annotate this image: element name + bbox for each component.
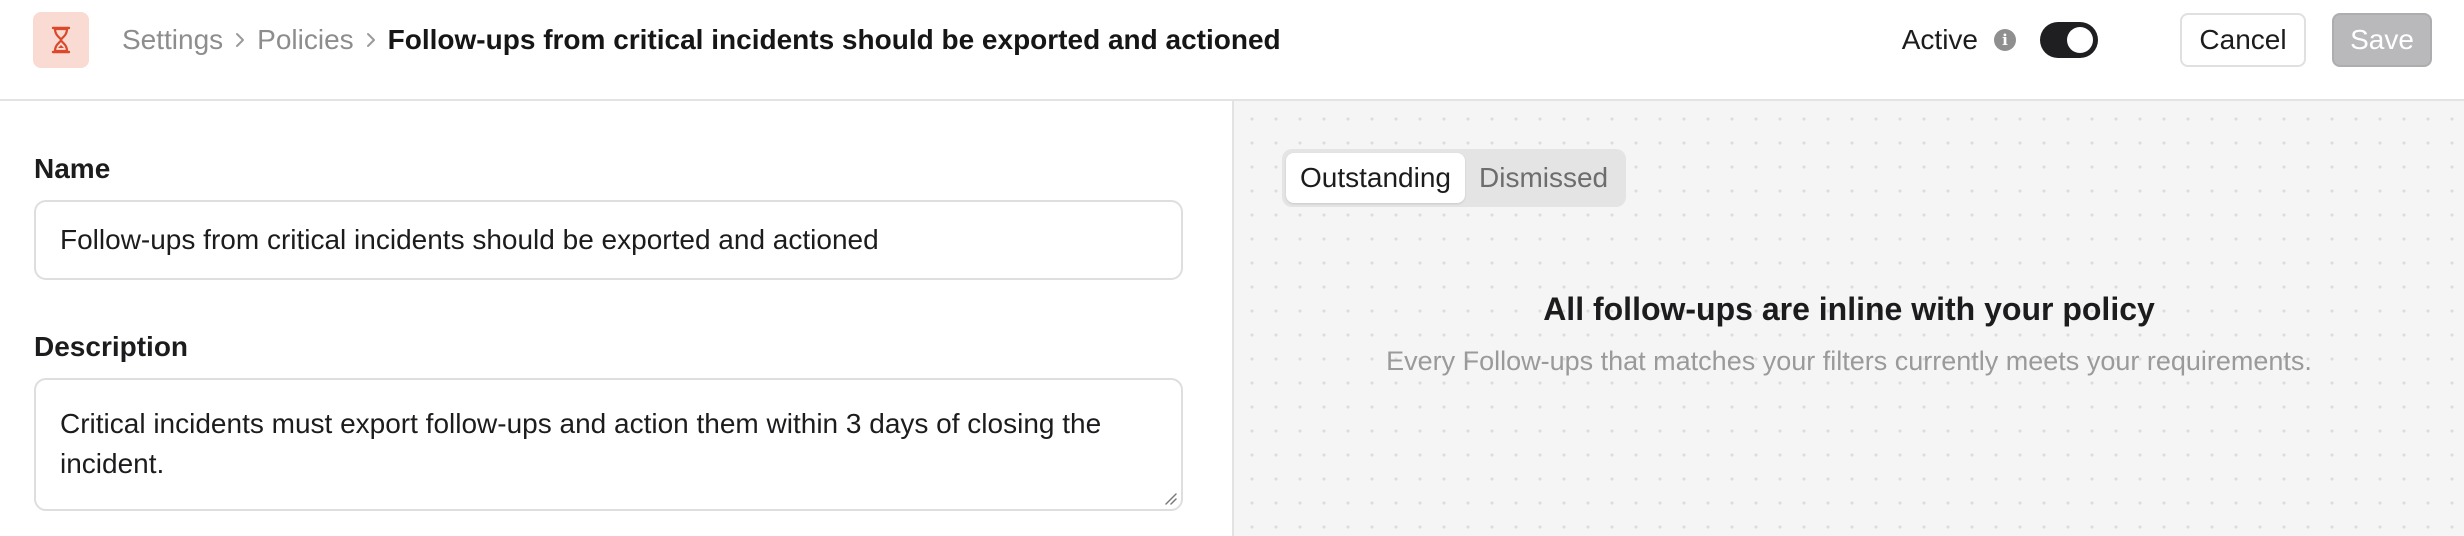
cancel-button[interactable]: Cancel bbox=[2180, 13, 2306, 67]
active-toggle[interactable] bbox=[2040, 22, 2098, 58]
empty-state-title: All follow-ups are inline with your poli… bbox=[1543, 291, 2155, 327]
tab-outstanding[interactable]: Outstanding bbox=[1286, 153, 1465, 203]
name-input[interactable]: Follow-ups from critical incidents shoul… bbox=[34, 200, 1183, 280]
preview-panel: Outstanding Dismissed All follow-ups are… bbox=[1234, 101, 2464, 536]
breadcrumb: Settings Policies Follow-ups from critic… bbox=[122, 18, 1281, 62]
active-label: Active bbox=[1901, 24, 1978, 55]
description-textarea[interactable]: Critical incidents must export follow-up… bbox=[34, 378, 1183, 511]
policy-form: Name Follow-ups from critical incidents … bbox=[0, 101, 1232, 536]
description-text: Critical incidents must export follow-up… bbox=[60, 408, 1102, 479]
breadcrumb-policies-link[interactable]: Policies bbox=[257, 24, 353, 56]
breadcrumb-settings-link[interactable]: Settings bbox=[122, 24, 223, 56]
resize-handle-icon[interactable] bbox=[1163, 491, 1177, 505]
tab-dismissed[interactable]: Dismissed bbox=[1465, 153, 1622, 203]
save-button[interactable]: Save bbox=[2332, 13, 2432, 67]
info-icon[interactable]: i bbox=[1994, 29, 2016, 51]
empty-state-subtitle: Every Follow-ups that matches your filte… bbox=[1386, 346, 2312, 376]
description-label: Description bbox=[34, 331, 189, 362]
empty-state: All follow-ups are inline with your poli… bbox=[1234, 291, 2464, 377]
hourglass-icon bbox=[33, 12, 89, 68]
chevron-right-icon bbox=[229, 31, 251, 49]
top-bar: Settings Policies Follow-ups from critic… bbox=[0, 0, 2464, 101]
page-title: Follow-ups from critical incidents shoul… bbox=[387, 24, 1281, 55]
name-label: Name bbox=[34, 153, 111, 184]
header-actions: Active i Cancel Save bbox=[1902, 12, 2432, 68]
chevron-right-icon bbox=[360, 31, 382, 49]
status-tabs: Outstanding Dismissed bbox=[1282, 149, 1627, 207]
toggle-knob bbox=[2067, 27, 2093, 53]
